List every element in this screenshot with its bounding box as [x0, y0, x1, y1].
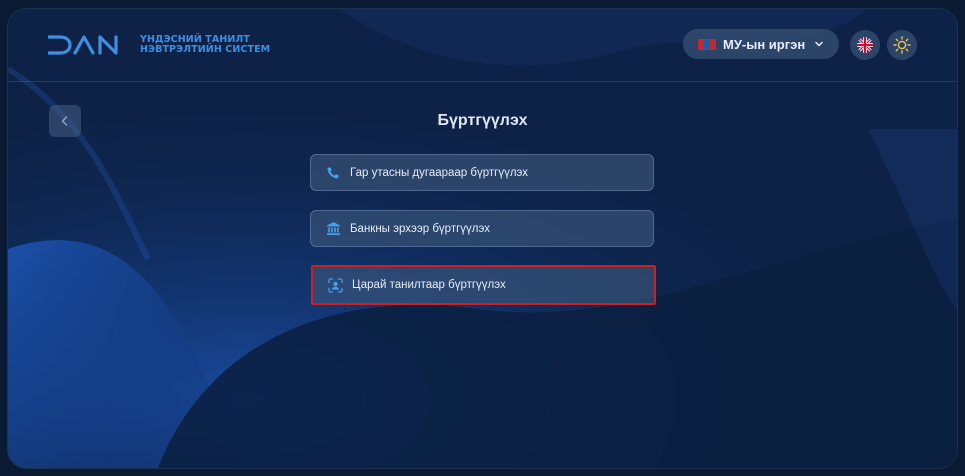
chevron-down-icon	[815, 41, 823, 47]
bank-icon	[325, 221, 341, 237]
theme-toggle-button[interactable]	[888, 31, 916, 59]
header: ҮНДЭСНИЙ ТАНИЛТ НЭВТРЭЛТИЙН СИСТЕМ МУ-ын…	[8, 9, 957, 82]
register-by-face-button[interactable]: Царай танилтаар бүртгүүлэх	[311, 265, 656, 305]
brand-line-2: НЭВТРЭЛТИЙН СИСТЕМ	[140, 44, 271, 55]
logo[interactable]: ҮНДЭСНИЙ ТАНИЛТ НЭВТРЭЛТИЙН СИСТЕМ	[48, 35, 270, 55]
option-label: Банкны эрхээр бүртгүүлэх	[350, 222, 490, 235]
face-scan-icon	[327, 277, 343, 293]
option-label: Царай танилтаар бүртгүүлэх	[352, 279, 506, 291]
phone-icon	[325, 165, 341, 181]
citizen-select[interactable]: МУ-ын иргэн	[683, 29, 839, 59]
citizen-label: МУ-ын иргэн	[723, 36, 806, 52]
dan-logo-icon	[48, 35, 118, 55]
uk-flag-icon	[857, 37, 873, 53]
mongolia-flag-icon	[698, 38, 716, 50]
register-by-phone-button[interactable]: Гар утасны дугаараар бүртгүүлэх	[310, 154, 654, 191]
page-title: Бүртгүүлэх	[437, 112, 528, 129]
app-window: ҮНДЭСНИЙ ТАНИЛТ НЭВТРЭЛТИЙН СИСТЕМ МУ-ын…	[8, 9, 957, 468]
sun-icon	[893, 36, 911, 54]
brand-text: ҮНДЭСНИЙ ТАНИЛТ НЭВТРЭЛТИЙН СИСТЕМ	[140, 35, 270, 55]
language-button[interactable]	[851, 31, 879, 59]
option-label: Гар утасны дугаараар бүртгүүлэх	[350, 166, 529, 179]
register-by-bank-button[interactable]: Банкны эрхээр бүртгүүлэх	[310, 210, 654, 247]
